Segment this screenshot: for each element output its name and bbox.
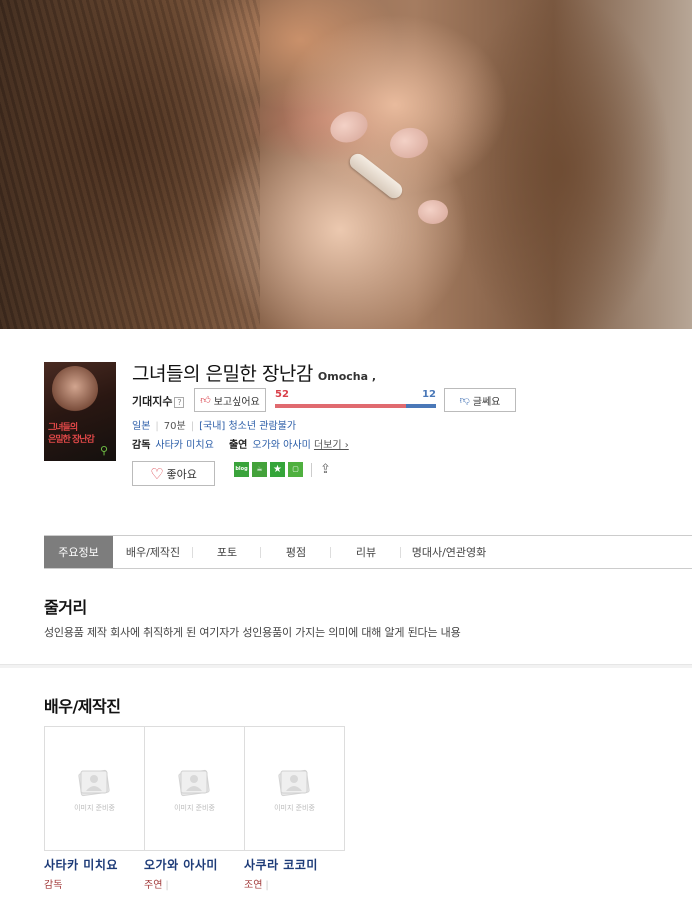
expectation-label-text: 기대지수 <box>132 395 173 408</box>
hero-fingernail <box>387 124 431 162</box>
credits-line: 감독 사타카 미치요 출연 오가와 아사미 더보기 › <box>132 436 349 451</box>
like-button[interactable]: ♡ 좋아요 <box>132 461 215 486</box>
divider: | <box>190 421 195 432</box>
original-title: Omocha , <box>317 370 377 383</box>
movie-meta: 일본 | 70분 | [국내] 청소년 관람불가 <box>132 417 296 432</box>
synopsis-text: 성인용품 제작 회사에 취직하게 된 여기자가 성인용품이 가지는 의미에 대해… <box>44 626 461 639</box>
expectation-label: 기대지수? <box>132 393 185 409</box>
tab-label: 리뷰 <box>355 546 377 559</box>
cafe-share-icon[interactable]: ☕ <box>252 462 267 477</box>
cast-photo-card[interactable]: 이미지 준비중 <box>244 726 345 851</box>
zoom-icon[interactable]: ⚲ <box>100 445 112 457</box>
not-sure-label: 글쎄요 <box>472 396 501 408</box>
want-to-see-label: 보고싶어요 <box>213 396 260 408</box>
image-pending-text: 이미지 준비중 <box>274 804 315 812</box>
hero-fingernail <box>418 200 448 224</box>
like-label: 좋아요 <box>166 467 197 481</box>
hero-still-image <box>0 0 692 329</box>
runtime: 70분 <box>163 421 186 432</box>
image-pending-text: 이미지 준비중 <box>174 804 215 812</box>
hero-fingernail <box>326 106 372 148</box>
image-placeholder-icon <box>278 769 310 797</box>
country-link[interactable]: 일본 <box>132 417 150 432</box>
section-divider <box>0 664 692 668</box>
cast-name-link[interactable]: 오가와 아사미 <box>144 856 218 873</box>
cast-photo-card[interactable]: 이미지 준비중 <box>44 726 145 851</box>
not-sure-button[interactable]: 👎︎ 글쎄요 <box>444 388 516 412</box>
tab-main-info[interactable]: 주요정보 <box>44 536 113 568</box>
more-link[interactable]: 더보기 › <box>314 440 349 451</box>
expectation-bar-fill <box>275 404 406 408</box>
tab-cast-crew[interactable]: 배우/제작진 <box>113 536 193 568</box>
hero-cigarette <box>346 150 406 202</box>
tab-label: 명대사/연관영화 <box>411 546 487 559</box>
cast-label: 출연 <box>228 440 248 451</box>
thumbs-down-icon: 👎︎ <box>459 395 470 406</box>
hero-hair-texture <box>0 0 260 329</box>
help-icon[interactable]: ? <box>174 397 185 408</box>
thumbs-up-icon: 👍︎ <box>200 395 211 406</box>
tab-label: 주요정보 <box>58 546 99 559</box>
poster-title-line-2: 은밀한 장난감 <box>48 435 95 445</box>
bookmark-share-icon[interactable]: ★ <box>270 462 285 477</box>
tab-bar: 주요정보 배우/제작진 포토 평점 리뷰 명대사/연관영화 <box>44 535 692 569</box>
movie-title: 그녀들의 은밀한 장난감 <box>132 363 313 385</box>
heart-icon: ♡ <box>150 464 164 483</box>
movie-poster[interactable]: 그녀들의 은밀한 장난감 ⚲ <box>44 362 116 461</box>
rating-link[interactable]: [국내] 청소년 관람불가 <box>199 417 296 432</box>
cast-role: 감독 <box>44 876 62 891</box>
poster-face <box>52 366 98 412</box>
want-to-see-button[interactable]: 👍︎ 보고싶어요 <box>194 388 266 412</box>
image-placeholder-icon <box>78 769 110 797</box>
expectation-bar: 52 12 <box>275 389 436 411</box>
cast-role: 주연 | <box>144 876 169 891</box>
blog-share-icon[interactable]: blog <box>234 462 249 477</box>
divider: | <box>165 880 169 891</box>
image-pending-text: 이미지 준비중 <box>74 804 115 812</box>
page-title: 그녀들의 은밀한 장난감 Omocha , <box>132 359 376 386</box>
tab-label: 평점 <box>285 546 307 559</box>
director-link[interactable]: 사타카 미치요 <box>155 440 213 451</box>
expectation-bar-track <box>275 404 436 408</box>
me2day-share-icon[interactable]: ▢ <box>288 462 303 477</box>
cast-name-link[interactable]: 사쿠라 코코미 <box>244 856 318 873</box>
dislike-count: 12 <box>422 389 436 400</box>
cast-name-link[interactable]: 사타카 미치요 <box>44 856 118 873</box>
tab-label: 배우/제작진 <box>125 546 181 559</box>
tab-quotes-related[interactable]: 명대사/연관영화 <box>401 536 497 568</box>
cast-role-text: 조연 <box>244 880 263 891</box>
tab-review[interactable]: 리뷰 <box>331 536 401 568</box>
tab-rating[interactable]: 평점 <box>261 536 331 568</box>
share-icon[interactable]: ⇪ <box>320 462 331 477</box>
cast-role-text: 주연 <box>144 880 163 891</box>
tab-label: 포토 <box>216 546 238 559</box>
cast-link[interactable]: 오가와 아사미 <box>252 440 310 451</box>
director-label: 감독 <box>132 440 151 451</box>
divider: | <box>265 880 269 891</box>
synopsis-heading: 줄거리 <box>44 598 87 617</box>
divider <box>311 462 312 477</box>
tab-photo[interactable]: 포토 <box>193 536 261 568</box>
cast-photo-card[interactable]: 이미지 준비중 <box>144 726 245 851</box>
divider: | <box>155 421 159 432</box>
share-icons: blog ☕ ★ ▢ ⇪ <box>234 462 331 477</box>
want-count: 52 <box>275 389 289 400</box>
image-placeholder-icon <box>178 769 210 797</box>
cast-role-text: 감독 <box>44 880 63 891</box>
cast-heading: 배우/제작진 <box>44 697 121 716</box>
cast-role: 조연 | <box>244 876 269 891</box>
